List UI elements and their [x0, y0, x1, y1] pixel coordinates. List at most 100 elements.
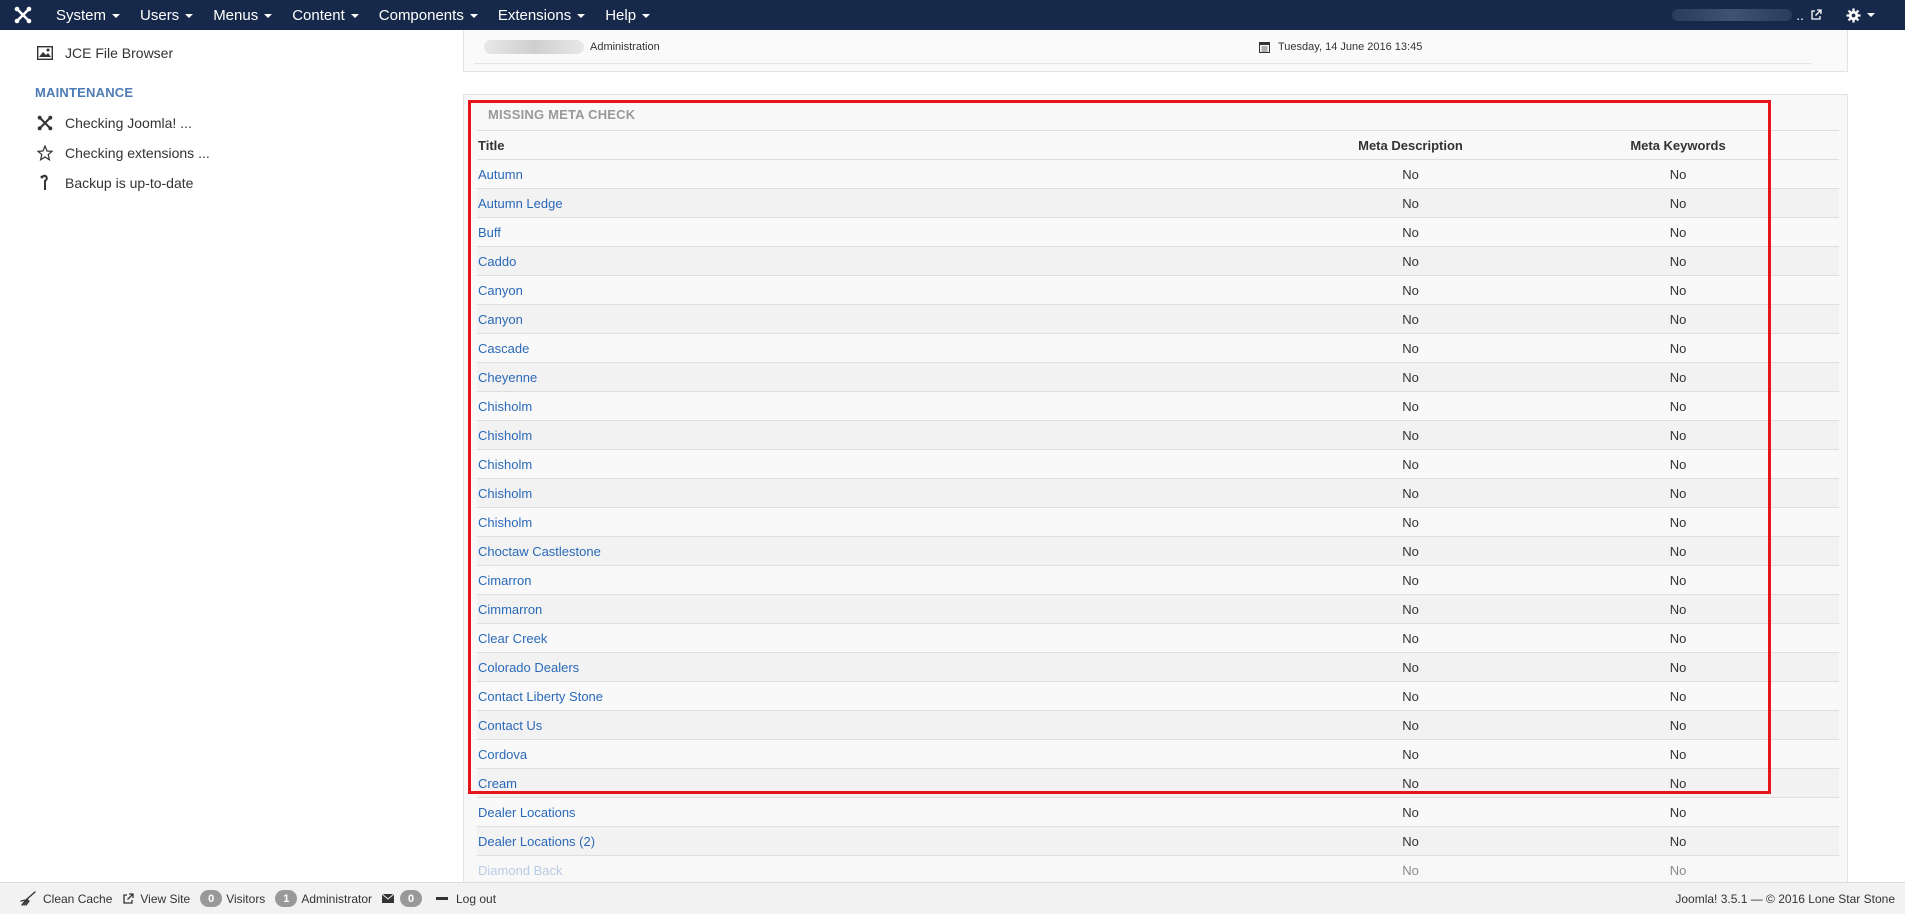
table-row: Chisholm No No — [477, 420, 1839, 450]
title-cell: Cascade — [477, 333, 1304, 363]
title-cell: Cream — [477, 768, 1304, 798]
meta-keywords-cell: No — [1516, 623, 1839, 653]
login-date: Tuesday, 14 June 2016 13:45 — [1259, 41, 1422, 53]
article-title-link[interactable]: Dealer Locations (2) — [478, 834, 595, 849]
menu-help[interactable]: Help — [595, 0, 660, 30]
article-title-link[interactable]: Canyon — [478, 283, 523, 298]
settings-menu[interactable] — [1846, 7, 1875, 23]
title-cell: Canyon — [477, 275, 1304, 305]
visitors-status[interactable]: 0 Visitors — [200, 890, 265, 907]
meta-keywords-cell: No — [1516, 739, 1839, 769]
joomla-logo-icon[interactable] — [0, 0, 46, 30]
table-header-row: Title Meta Description Meta Keywords — [477, 130, 1839, 160]
title-cell: Dealer Locations (2) — [477, 826, 1304, 856]
view-site-link[interactable]: View Site — [122, 892, 190, 906]
article-title-link[interactable]: Cordova — [478, 747, 527, 762]
messages-count-badge: 0 — [400, 890, 422, 907]
joomla-icon — [35, 115, 55, 131]
article-title-link[interactable]: Autumn — [478, 167, 523, 182]
table-row: Cordova No No — [477, 739, 1839, 769]
menu-menus[interactable]: Menus — [203, 0, 282, 30]
meta-description-cell: No — [1304, 797, 1516, 827]
title-cell: Diamond Back — [477, 855, 1304, 885]
navbar-right: .. — [1672, 0, 1905, 30]
article-title-link[interactable]: Canyon — [478, 312, 523, 327]
sidebar-item-backup[interactable]: Backup is up-to-date — [35, 174, 193, 192]
sidebar-item-checking-joomla[interactable]: Checking Joomla! ... — [35, 115, 192, 131]
header-meta-description: Meta Description — [1304, 130, 1516, 160]
sidebar-item-label: Checking extensions ... — [65, 145, 210, 161]
table-row: Chisholm No No — [477, 507, 1839, 537]
article-title-link[interactable]: Autumn Ledge — [478, 196, 563, 211]
title-cell: Cordova — [477, 739, 1304, 769]
star-icon — [35, 145, 55, 161]
article-title-link[interactable]: Cheyenne — [478, 370, 537, 385]
menu-system[interactable]: System — [46, 0, 130, 30]
caret-down-icon — [350, 14, 359, 18]
title-cell: Chisholm — [477, 478, 1304, 508]
gear-icon — [1846, 7, 1861, 23]
article-title-link[interactable]: Buff — [478, 225, 501, 240]
article-title-link[interactable]: Contact Liberty Stone — [478, 689, 603, 704]
user-role: Administration — [590, 40, 660, 53]
messages-status[interactable]: 0 — [382, 890, 426, 907]
external-link-icon[interactable] — [1810, 9, 1822, 21]
view-site-label: View Site — [140, 891, 191, 906]
clean-cache-link[interactable]: Clean Cache — [20, 891, 112, 906]
menu-content[interactable]: Content — [282, 0, 369, 30]
table-row: Dealer Locations (2) No No — [477, 826, 1839, 856]
meta-description-cell: No — [1304, 449, 1516, 479]
menu-components-label: Components — [378, 6, 464, 24]
clean-cache-label: Clean Cache — [43, 891, 113, 906]
table-row: Buff No No — [477, 217, 1839, 247]
article-title-link[interactable]: Cream — [478, 776, 517, 791]
missing-meta-check-panel: MISSING META CHECK Title Meta Descriptio… — [463, 94, 1848, 894]
meta-description-cell: No — [1304, 623, 1516, 653]
menu-users[interactable]: Users — [130, 0, 203, 30]
article-title-link[interactable]: Chisholm — [478, 428, 532, 443]
status-bar: Clean Cache View Site 0 Visitors 1 Admin… — [0, 882, 1905, 914]
article-title-link[interactable]: Cascade — [478, 341, 529, 356]
article-title-link[interactable]: Contact Us — [478, 718, 542, 733]
menu-menus-label: Menus — [213, 6, 259, 24]
logged-in-user-row: Administration Tuesday, 14 June 2016 13:… — [474, 30, 1812, 64]
meta-description-cell: No — [1304, 159, 1516, 189]
sidebar-item-jce-file-browser[interactable]: JCE File Browser — [35, 45, 173, 61]
site-name-blurred[interactable] — [1672, 9, 1793, 21]
article-title-link[interactable]: Chisholm — [478, 457, 532, 472]
title-cell: Clear Creek — [477, 623, 1304, 653]
article-title-link[interactable]: Choctaw Castlestone — [478, 544, 601, 559]
title-cell: Dealer Locations — [477, 797, 1304, 827]
title-cell: Chisholm — [477, 391, 1304, 421]
menu-components[interactable]: Components — [369, 0, 488, 30]
sidebar-item-checking-extensions[interactable]: Checking extensions ... — [35, 145, 210, 161]
article-title-link[interactable]: Chisholm — [478, 515, 532, 530]
article-title-link[interactable]: Dealer Locations — [478, 805, 576, 820]
meta-description-cell: No — [1304, 420, 1516, 450]
article-title-link[interactable]: Chisholm — [478, 399, 532, 414]
login-date-text: Tuesday, 14 June 2016 13:45 — [1278, 40, 1423, 53]
envelope-icon — [382, 894, 394, 903]
article-title-link[interactable]: Colorado Dealers — [478, 660, 579, 675]
article-title-link[interactable]: Chisholm — [478, 486, 532, 501]
menu-extensions[interactable]: Extensions — [488, 0, 595, 30]
main-menu: System Users Menus Content Components Ex… — [46, 0, 660, 30]
article-title-link[interactable]: Clear Creek — [478, 631, 547, 646]
article-title-link[interactable]: Cimarron — [478, 573, 531, 588]
logout-link[interactable]: Log out — [436, 892, 496, 906]
meta-keywords-cell: No — [1516, 826, 1839, 856]
administrator-status[interactable]: 1 Administrator — [275, 890, 372, 907]
logged-in-users-panel: Administration Tuesday, 14 June 2016 13:… — [463, 30, 1848, 72]
user-name-blurred[interactable] — [484, 39, 584, 54]
meta-keywords-cell: No — [1516, 652, 1839, 682]
table-row: Clear Creek No No — [477, 623, 1839, 653]
article-title-link[interactable]: Caddo — [478, 254, 516, 269]
meta-description-cell: No — [1304, 478, 1516, 508]
meta-keywords-cell: No — [1516, 594, 1839, 624]
meta-description-cell: No — [1304, 652, 1516, 682]
article-title-link[interactable]: Diamond Back — [478, 863, 563, 878]
broom-icon — [20, 891, 36, 906]
article-title-link[interactable]: Cimmarron — [478, 602, 542, 617]
meta-keywords-cell: No — [1516, 333, 1839, 363]
visitors-count-badge: 0 — [200, 890, 223, 907]
